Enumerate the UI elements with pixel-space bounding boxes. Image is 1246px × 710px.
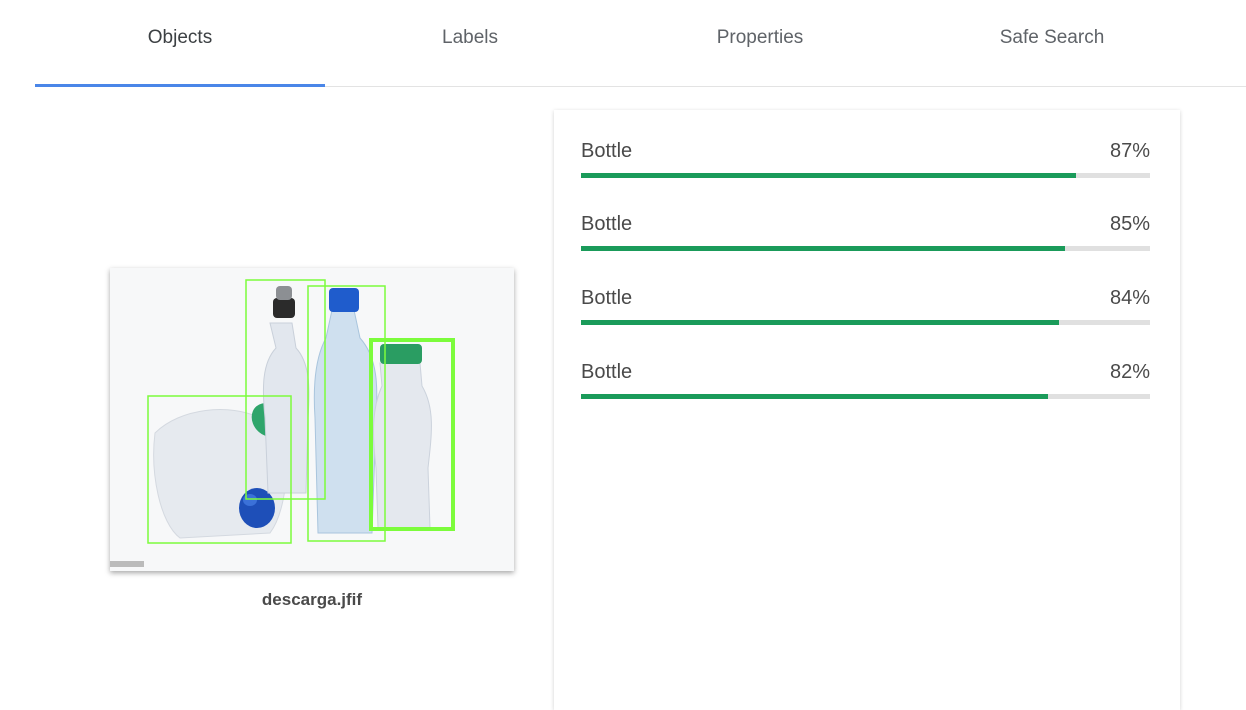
score-bar-fill [581, 246, 1065, 251]
result-row: Bottle 85% [581, 183, 1150, 251]
result-row: Bottle 84% [581, 257, 1150, 325]
result-score: 87% [1109, 140, 1150, 162]
tab-safe-search[interactable]: Safe Search [907, 0, 1197, 86]
tab-properties[interactable]: Properties [615, 0, 905, 86]
bottles-photo [110, 268, 514, 571]
tab-objects-label: Objects [147, 27, 213, 48]
tab-labels[interactable]: Labels [325, 0, 615, 86]
results-panel: Bottle 87% Bottle 85% Bottle 84% Bottle … [554, 110, 1180, 710]
result-label: Bottle [581, 361, 633, 383]
result-label: Bottle [581, 140, 633, 162]
result-label: Bottle [581, 287, 633, 309]
result-score: 85% [1109, 213, 1150, 235]
result-score: 84% [1109, 287, 1150, 309]
tab-objects[interactable]: Objects [35, 0, 325, 87]
active-tab-indicator [35, 84, 325, 87]
score-bar-fill [581, 320, 1059, 325]
score-bar-fill [581, 173, 1077, 178]
result-row: Bottle 82% [581, 331, 1150, 399]
score-bar-track [581, 246, 1150, 251]
tab-bar: Objects Labels Properties Safe Search [35, 0, 1246, 87]
image-preview [110, 268, 514, 571]
score-bar-track [581, 394, 1150, 399]
score-bar-track [581, 320, 1150, 325]
tab-safe-search-label: Safe Search [999, 27, 1105, 48]
result-score: 82% [1109, 361, 1150, 383]
score-bar-fill [581, 394, 1048, 399]
score-bar-track [581, 173, 1150, 178]
result-row: Bottle 87% [581, 110, 1150, 178]
image-filename: descarga.jfif [261, 590, 363, 609]
tab-labels-label: Labels [442, 27, 498, 48]
tab-properties-label: Properties [716, 27, 804, 48]
result-label: Bottle [581, 213, 633, 235]
